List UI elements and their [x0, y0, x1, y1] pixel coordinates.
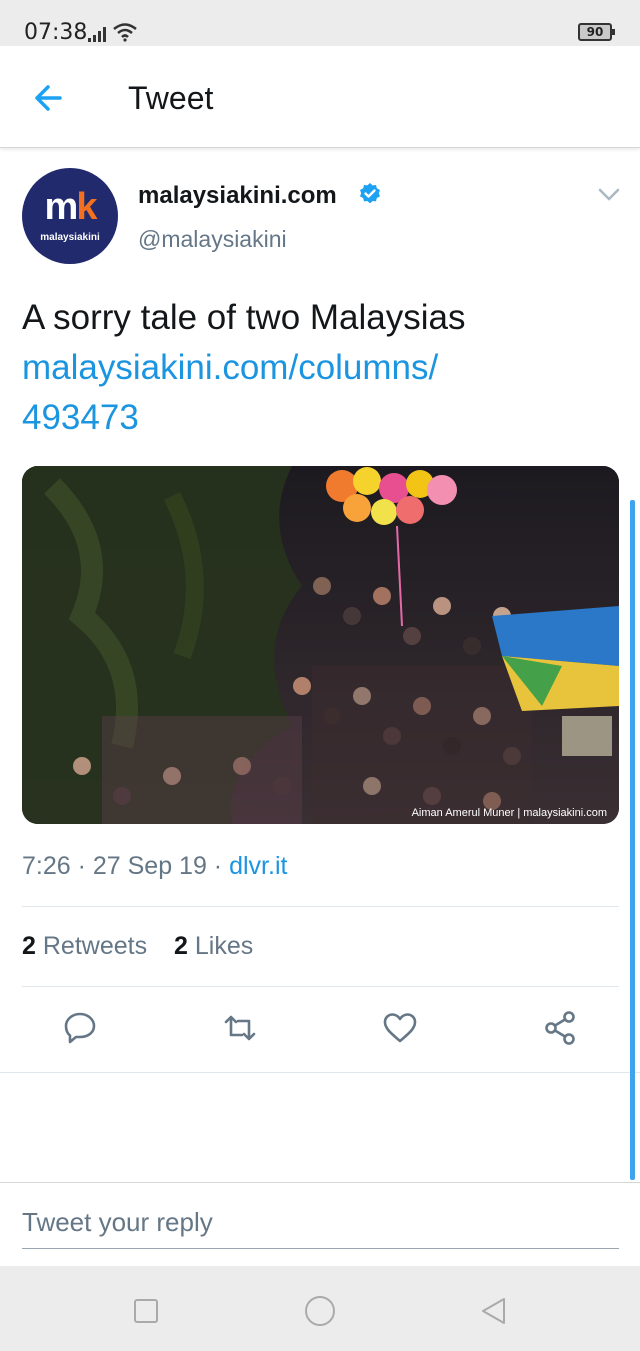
verified-icon [360, 183, 380, 204]
status-time: 07:38 [24, 20, 88, 45]
reply-bar [0, 1182, 640, 1266]
likes-count: 2 [174, 932, 188, 960]
wifi-icon [113, 23, 137, 42]
retweets-count: 2 [22, 932, 36, 960]
nav-square-icon[interactable] [129, 1294, 163, 1328]
app-header: Tweet [0, 46, 640, 148]
tweet-link-part-1: malaysiakini.com/columns/ [22, 348, 439, 387]
retweet-icon[interactable] [222, 1010, 258, 1046]
likes-label: Likes [194, 932, 254, 960]
reply-input[interactable] [22, 1207, 619, 1249]
reply-icon[interactable] [62, 1010, 98, 1046]
back-arrow-icon[interactable] [30, 78, 70, 118]
avatar-logo: mk [44, 186, 98, 228]
retweets-stat[interactable]: 2 Retweets [22, 932, 147, 960]
crowd-photo-illustration [22, 466, 619, 824]
retweets-label: Retweets [42, 932, 148, 960]
tweet-timestamp: 7:26 · 27 Sep 19 · dlvr.it [22, 852, 287, 881]
avatar[interactable]: mk malaysiakini [22, 168, 118, 264]
tweet-photo[interactable]: Aiman Amerul Muner | malaysiakini.com [22, 466, 619, 824]
tweet-time: 7:26 · 27 Sep 19 · [22, 852, 230, 880]
tweet-stats: 2 Retweets 2 Likes [22, 932, 273, 961]
signal-icon [88, 27, 106, 42]
photo-credit: Aiman Amerul Muner | malaysiakini.com [411, 807, 607, 819]
like-icon[interactable] [382, 1010, 418, 1046]
divider [22, 906, 619, 907]
page-title: Tweet [128, 80, 214, 116]
tweet-body: A sorry tale of two Malaysias [22, 298, 466, 337]
user-handle[interactable]: @malaysiakini [138, 226, 287, 253]
tweet-link-part-2: 493473 [22, 398, 139, 437]
display-name[interactable]: malaysiakini.com [138, 182, 337, 210]
tweet-text: A sorry tale of two Malaysias malaysiaki… [22, 293, 622, 443]
divider [0, 1072, 640, 1073]
avatar-caption: malaysiakini [40, 232, 100, 243]
nav-back-icon[interactable] [477, 1294, 511, 1328]
status-bar: 07:38 90 [0, 0, 640, 46]
system-nav-bar [0, 1266, 640, 1351]
scrollbar[interactable] [630, 500, 635, 1180]
tweet-link[interactable]: malaysiakini.com/columns/ 493473 [22, 343, 622, 443]
chevron-down-icon[interactable] [598, 188, 620, 202]
nav-circle-icon[interactable] [303, 1294, 337, 1328]
tweet-source-link[interactable]: dlvr.it [229, 852, 287, 880]
likes-stat[interactable]: 2 Likes [174, 932, 253, 960]
divider [22, 986, 619, 987]
share-icon[interactable] [542, 1010, 578, 1046]
battery-indicator: 90 [578, 23, 615, 41]
